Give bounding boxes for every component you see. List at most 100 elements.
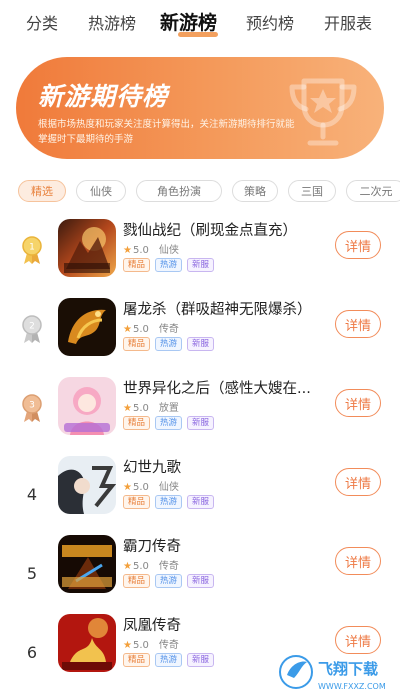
game-score: 5.0: [132, 403, 149, 414]
filter-chip-three-kingdoms[interactable]: 三国: [288, 180, 336, 202]
game-icon: [58, 456, 116, 514]
filter-chip-rpg[interactable]: 角色扮演: [136, 180, 222, 202]
game-tags: 精品 热游 新服: [123, 495, 215, 509]
details-button[interactable]: 详情: [335, 547, 381, 575]
top-tab-bar: 分类 热游榜 新游榜 预约榜 开服表: [0, 0, 400, 44]
tag-hot: 热游: [155, 258, 183, 272]
game-meta: ★5.0 传奇: [123, 636, 179, 651]
game-meta: ★5.0 放置: [123, 399, 179, 414]
active-tab-indicator: [178, 32, 218, 37]
game-title: 霸刀传奇: [123, 539, 181, 555]
game-score: 5.0: [132, 245, 149, 256]
new-games-banner: 新游期待榜 根据市场热度和玩家关注度计算得出，关注新游期待排行就能掌握时下最期待…: [16, 57, 384, 159]
star-icon: ★: [123, 561, 132, 572]
filter-chip-anime[interactable]: 二次元: [346, 180, 400, 202]
star-icon: ★: [123, 403, 132, 414]
star-icon: ★: [123, 640, 132, 651]
tag-new-server: 新服: [187, 574, 215, 588]
tag-hot: 热游: [155, 574, 183, 588]
game-icon: [58, 298, 116, 356]
tab-hot-games[interactable]: 热游榜: [88, 10, 136, 34]
medal-rank-number: 2: [29, 322, 35, 332]
game-title: 戮仙战纪（刷现金点直充）: [123, 223, 297, 239]
game-score: 5.0: [132, 561, 149, 572]
tag-hot: 热游: [155, 337, 183, 351]
game-title: 幻世九歌: [123, 460, 181, 476]
game-title: 凤凰传奇: [123, 618, 181, 634]
medal-rank-number: 1: [29, 243, 35, 253]
game-genre: 传奇: [158, 561, 179, 572]
tag-premium: 精品: [123, 653, 151, 667]
game-meta: ★5.0 仙侠: [123, 478, 179, 493]
game-tags: 精品 热游 新服: [123, 416, 215, 430]
gold-medal-icon: 1: [22, 236, 42, 264]
tag-premium: 精品: [123, 574, 151, 588]
details-button[interactable]: 详情: [335, 389, 381, 417]
game-list-item[interactable]: 2 屠龙杀（群吸超神无限爆杀） ★5.0 传奇 精品 热游 新服 详情: [0, 298, 400, 376]
tag-hot: 热游: [155, 416, 183, 430]
game-title: 屠龙杀（群吸超神无限爆杀）: [123, 302, 312, 318]
game-genre: 仙侠: [158, 245, 179, 256]
tag-new-server: 新服: [187, 337, 215, 351]
star-icon: ★: [123, 324, 132, 335]
filter-chip-strategy[interactable]: 策略: [232, 180, 278, 202]
game-list-item[interactable]: 1 戮仙战纪（刷现金点直充） ★5.0 仙侠 精品 热游 新服 详情: [0, 219, 400, 297]
game-tags: 精品 热游 新服: [123, 258, 215, 272]
game-icon: [58, 535, 116, 593]
tag-premium: 精品: [123, 258, 151, 272]
trophy-icon: [289, 78, 357, 146]
rank-number: 5: [26, 563, 38, 583]
tag-premium: 精品: [123, 337, 151, 351]
details-button[interactable]: 详情: [335, 468, 381, 496]
category-filter-bar: 精选 仙侠 角色扮演 策略 三国 二次元: [18, 180, 400, 202]
watermark-brand: 飞翔下载: [318, 660, 378, 678]
details-button[interactable]: 详情: [335, 310, 381, 338]
tag-hot: 热游: [155, 495, 183, 509]
game-list-item[interactable]: 5 霸刀传奇 ★5.0 传奇 精品 热游 新服 详情: [0, 535, 400, 613]
medal-rank-number: 3: [29, 401, 35, 411]
tag-premium: 精品: [123, 495, 151, 509]
game-list-item[interactable]: 3 世界异化之后（感性大嫂在... ★5.0 放置 精品 热游 新服 详情: [0, 377, 400, 455]
game-title: 世界异化之后（感性大嫂在...: [123, 381, 311, 397]
tag-premium: 精品: [123, 416, 151, 430]
game-tags: 精品 热游 新服: [123, 574, 215, 588]
filter-chip-featured[interactable]: 精选: [18, 180, 66, 202]
tag-hot: 热游: [155, 653, 183, 667]
game-icon: [58, 377, 116, 435]
tag-new-server: 新服: [187, 653, 215, 667]
game-score: 5.0: [132, 640, 149, 651]
tab-server-schedule[interactable]: 开服表: [324, 10, 372, 34]
bronze-medal-icon: 3: [22, 394, 42, 422]
game-meta: ★5.0 仙侠: [123, 241, 179, 256]
game-tags: 精品 热游 新服: [123, 337, 215, 351]
site-watermark-logo: 飞翔下载 WWW.FXXZ.COM: [279, 655, 386, 691]
rank-number: 4: [26, 484, 38, 504]
star-icon: ★: [123, 245, 132, 256]
rank-number: 6: [26, 642, 38, 662]
tab-reservation[interactable]: 预约榜: [246, 10, 294, 34]
banner-description: 根据市场热度和玩家关注度计算得出，关注新游期待排行就能掌握时下最期待的手游: [38, 119, 295, 145]
game-tags: 精品 热游 新服: [123, 653, 215, 667]
game-list-item[interactable]: 4 幻世九歌 ★5.0 仙侠 精品 热游 新服 详情: [0, 456, 400, 534]
filter-chip-xianxia[interactable]: 仙侠: [76, 180, 126, 202]
banner-title: 新游期待榜: [38, 82, 169, 111]
tab-new-games[interactable]: 新游榜: [160, 8, 217, 35]
tag-new-server: 新服: [187, 495, 215, 509]
game-score: 5.0: [132, 324, 149, 335]
details-button[interactable]: 详情: [335, 231, 381, 259]
watermark-url: WWW.FXXZ.COM: [318, 682, 386, 691]
game-meta: ★5.0 传奇: [123, 557, 179, 572]
tag-new-server: 新服: [187, 416, 215, 430]
tab-category[interactable]: 分类: [26, 10, 58, 34]
game-meta: ★5.0 传奇: [123, 320, 179, 335]
game-genre: 仙侠: [158, 482, 179, 493]
game-icon: [58, 219, 116, 277]
game-score: 5.0: [132, 482, 149, 493]
game-genre: 放置: [158, 403, 179, 414]
game-icon: [58, 614, 116, 672]
tag-new-server: 新服: [187, 258, 215, 272]
game-genre: 传奇: [158, 640, 179, 651]
silver-medal-icon: 2: [22, 315, 42, 343]
star-icon: ★: [123, 482, 132, 493]
game-genre: 传奇: [158, 324, 179, 335]
